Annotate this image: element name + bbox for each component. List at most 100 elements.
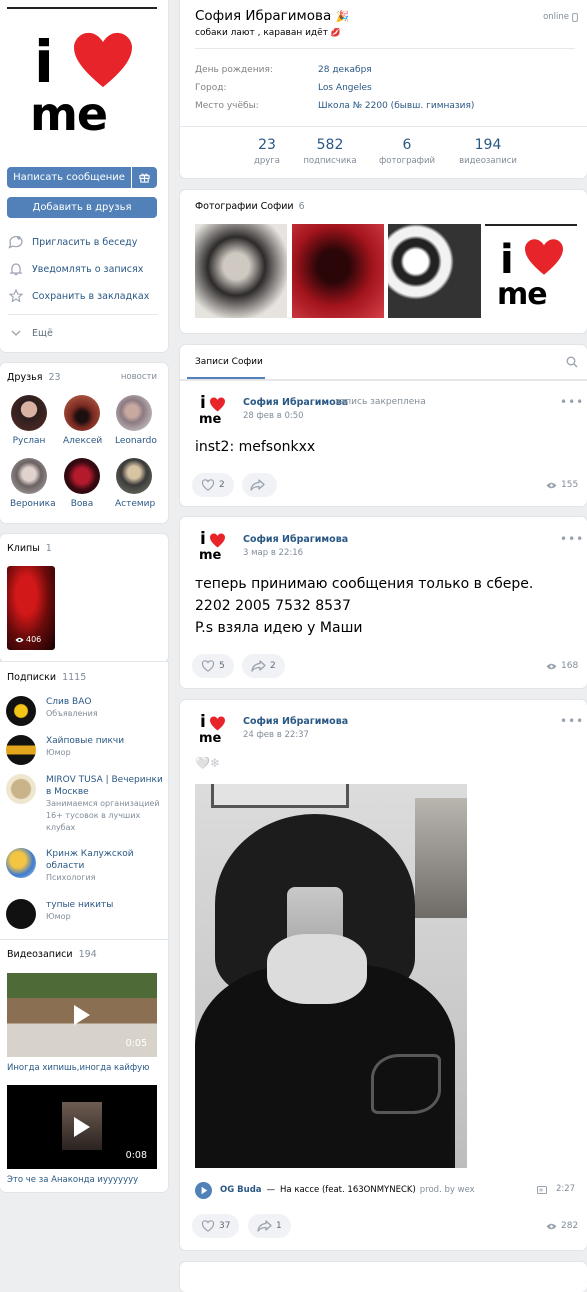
friend-item[interactable]: Вероника [10, 458, 56, 509]
subscription-desc: Психология [46, 873, 96, 882]
friend-item[interactable]: Вова [63, 458, 101, 509]
clips-header[interactable]: Клипы 1 [7, 543, 52, 554]
wall-post: i me София Ибрагимова 24 фев в 22:37 •••… [180, 700, 587, 1250]
heart-icon [210, 397, 225, 412]
like-button[interactable]: 5 [192, 654, 234, 678]
audio-play-icon[interactable] [195, 1181, 212, 1199]
bookmark-item[interactable]: Сохранить в закладках [8, 289, 149, 303]
subscription-item[interactable]: MIROV TUSA | Вечеринки в Москве Занимаемс… [6, 774, 164, 834]
friend-avatar [116, 395, 152, 431]
post-menu-icon[interactable]: ••• [560, 395, 584, 409]
friend-avatar [11, 395, 47, 431]
audio-title[interactable]: На кассе (feat. 163ONMYNECK) [280, 1185, 416, 1195]
heart-outline-icon [201, 1220, 215, 1232]
like-button[interactable]: 37 [192, 1214, 240, 1238]
friend-item[interactable]: Руслан [10, 395, 48, 446]
friend-avatar [64, 395, 100, 431]
subscriptions-card: Подписки 1115 Слив ВАО Объявления Хайповы… [0, 662, 168, 940]
photo-thumbnail[interactable]: i me [485, 224, 577, 318]
write-message-button[interactable]: Написать сообщение [7, 167, 131, 188]
profile-name-text: София Ибрагимова [195, 8, 332, 24]
subscription-item[interactable]: тупые никиты Юмор [6, 899, 113, 929]
photo-thumbnail[interactable] [292, 224, 384, 318]
friend-item[interactable]: Алексей [63, 395, 102, 446]
post-author-name[interactable]: София Ибрагимова [243, 534, 348, 545]
photos-count: 6 [298, 201, 305, 212]
more-item[interactable]: Ещё [8, 326, 53, 340]
search-icon[interactable] [566, 356, 578, 368]
video-thumbnail[interactable]: 0:08 [7, 1085, 157, 1169]
photo-frame-top [211, 784, 349, 808]
video-duration: 0:08 [125, 1150, 147, 1161]
clips-title: Клипы [7, 543, 40, 554]
post-date[interactable]: 28 фев в 0:50 [243, 411, 304, 421]
birthday-value[interactable]: 28 декабря [318, 65, 372, 75]
like-button[interactable]: 2 [192, 473, 234, 497]
post-author-avatar[interactable]: i me [195, 393, 231, 429]
subscription-item[interactable]: Кринж Калужской области Психология [6, 848, 158, 884]
photo-thumbnail[interactable] [195, 224, 287, 318]
share-button[interactable]: 2 [242, 654, 285, 678]
wall-post: i me София Ибрагимова запись закреплена … [180, 380, 587, 506]
post-menu-icon[interactable]: ••• [560, 532, 584, 546]
subscription-item[interactable]: Хайповые пикчи Юмор [6, 735, 124, 765]
video-title[interactable]: Иногда хипишь,иногда кайфую [7, 1063, 149, 1073]
stat-number: 582 [316, 137, 344, 153]
audio-track[interactable]: OG Buda — На кассе (feat. 163ONMYNECK) p… [195, 1181, 575, 1199]
post-menu-icon[interactable]: ••• [560, 714, 584, 728]
post-author-avatar[interactable]: i me [195, 529, 231, 565]
invite-chat-item[interactable]: Пригласить в беседу [8, 235, 137, 249]
subscriptions-header[interactable]: Подписки 1115 [7, 672, 86, 683]
school-value[interactable]: Школа № 2200 (бывш. гимназия) [318, 101, 474, 111]
tab-posts[interactable]: Записи Софии [195, 357, 263, 367]
post-date[interactable]: 24 фев в 22:37 [243, 730, 309, 740]
invite-chat-label: Пригласить в беседу [32, 236, 138, 248]
online-text: online [543, 12, 569, 22]
profile-status[interactable]: собаки лают , караван идёт 💋 [195, 28, 341, 38]
eye-icon [15, 637, 24, 642]
post-photo[interactable] [195, 784, 467, 1168]
stat-number: 6 [402, 137, 412, 153]
photos-header[interactable]: Фотографии Софии 6 [195, 201, 305, 212]
clips-count: 1 [45, 543, 52, 554]
share-button[interactable]: 1 [248, 1214, 291, 1238]
audio-artist[interactable]: OG Buda [220, 1185, 262, 1195]
gift-button[interactable] [132, 167, 157, 188]
menu-divider [8, 314, 158, 315]
avatar[interactable]: i me [20, 25, 140, 145]
stat-videos[interactable]: 194 видеозаписи [448, 137, 528, 166]
post-author-name[interactable]: София Ибрагимова [243, 716, 348, 727]
notify-posts-item[interactable]: Уведомлять о записях [8, 262, 143, 276]
subscriptions-count: 1115 [62, 672, 87, 683]
post-author-avatar[interactable]: i me [195, 712, 231, 748]
clip-thumbnail[interactable]: 406 [7, 566, 55, 650]
heart-icon [74, 32, 132, 88]
video-thumbnail[interactable]: 0:05 [7, 973, 157, 1057]
profile-name: София Ибрагимова 🎉 [195, 8, 349, 24]
post-date[interactable]: 3 мар в 22:16 [243, 548, 303, 558]
friend-item[interactable]: Астемир [115, 458, 155, 509]
share-button[interactable] [242, 473, 277, 497]
video-title[interactable]: Это че за Анаконда иууууууу [7, 1175, 138, 1185]
subscription-name: MIROV TUSA | Вечеринки в Москве [46, 775, 163, 797]
stat-followers[interactable]: 582 подписчика [290, 137, 370, 166]
add-friend-button[interactable]: Добавить в друзья [7, 197, 157, 218]
stat-photos[interactable]: 6 фотографий [367, 137, 447, 166]
post-author-name[interactable]: София Ибрагимова [243, 397, 348, 408]
friend-item[interactable]: Leonardo [115, 395, 157, 446]
friends-news-link[interactable]: новости [121, 372, 157, 382]
clip-views-count: 406 [26, 635, 42, 644]
post-text-line: теперь принимаю сообщения только в сбере… [195, 576, 534, 592]
post-views: 155 [546, 480, 578, 490]
friend-name: Вероника [10, 499, 56, 509]
profile-info-card: София Ибрагимова 🎉 собаки лают , караван… [180, 0, 587, 178]
share-icon [251, 660, 266, 672]
city-value[interactable]: Los Angeles [318, 83, 372, 93]
friends-header[interactable]: Друзья 23 [7, 372, 61, 383]
subscription-item[interactable]: Слив ВАО Объявления [6, 696, 98, 726]
photo-print [371, 1054, 441, 1114]
avatar-i-letter: i [34, 28, 54, 96]
views-count: 155 [561, 480, 579, 490]
photo-thumbnail[interactable] [388, 224, 481, 318]
videos-header[interactable]: Видеозаписи 194 [7, 949, 97, 960]
